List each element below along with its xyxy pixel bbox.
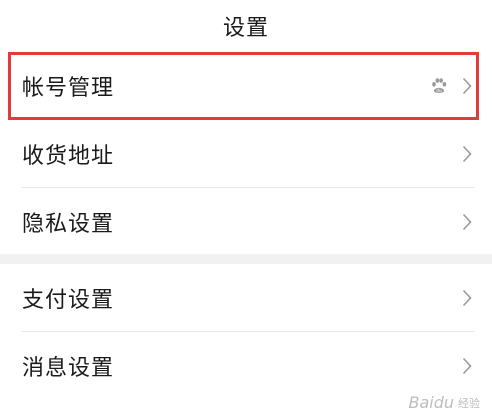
watermark-brand: Baidu xyxy=(408,393,454,412)
settings-item-account[interactable]: 帐号管理 du xyxy=(0,52,492,120)
settings-item-notifications[interactable]: 消息设置 xyxy=(0,332,492,400)
settings-item-label: 收货地址 xyxy=(22,144,115,169)
page-title: 设置 xyxy=(222,16,269,41)
settings-item-label: 隐私设置 xyxy=(22,212,115,237)
settings-item-payment[interactable]: 支付设置 xyxy=(0,264,492,332)
settings-item-label: 帐号管理 xyxy=(22,76,115,101)
settings-group-2: 支付设置 消息设置 xyxy=(0,264,492,400)
baidu-paw-icon: du xyxy=(428,75,450,97)
chevron-right-icon xyxy=(460,212,474,232)
chevron-right-icon xyxy=(460,288,474,308)
chevron-right-icon xyxy=(460,356,474,376)
baidu-watermark: Baidu 经验 xyxy=(408,393,480,412)
section-gap xyxy=(0,254,492,264)
chevron-right-icon xyxy=(460,76,474,96)
watermark-sub: 经验 xyxy=(458,396,480,410)
settings-item-shipping-address[interactable]: 收货地址 xyxy=(0,120,492,188)
settings-item-privacy[interactable]: 隐私设置 xyxy=(0,188,492,256)
svg-text:du: du xyxy=(436,88,442,93)
settings-item-label: 消息设置 xyxy=(22,356,115,381)
settings-group-1: 帐号管理 du 收货地址 隐私设置 xyxy=(0,52,492,256)
chevron-right-icon xyxy=(460,144,474,164)
settings-item-label: 支付设置 xyxy=(22,288,115,313)
header: 设置 xyxy=(0,0,492,52)
